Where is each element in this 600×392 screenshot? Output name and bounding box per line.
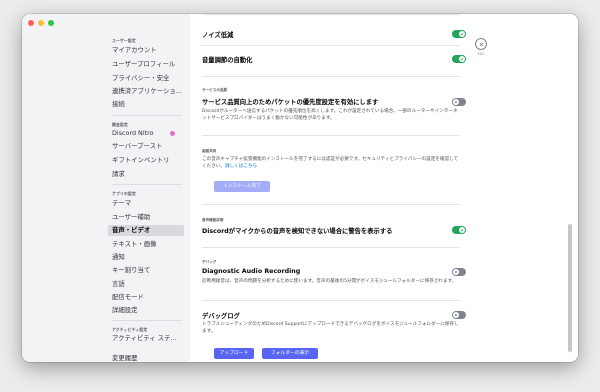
diagnostic-recording-title: Diagnostic Audio Recording xyxy=(202,268,301,275)
check-icon xyxy=(459,56,465,62)
sidebar-item-accessibility[interactable]: ユーザー補助 xyxy=(108,212,184,223)
sidebar-item-billing[interactable]: 請求 xyxy=(108,169,184,180)
close-icon xyxy=(453,269,459,275)
section-divider xyxy=(202,45,460,46)
sidebar-item-nitro[interactable]: Discord Nitro xyxy=(108,128,184,139)
sidebar-item-gift-inventory[interactable]: ギフトインベントリ xyxy=(108,155,184,166)
close-icon[interactable] xyxy=(475,38,487,50)
check-icon xyxy=(459,31,465,37)
nitro-icon xyxy=(170,131,175,136)
mic-warning-toggle[interactable] xyxy=(452,226,466,234)
auto-gain-label: 音量調節の自動化 xyxy=(202,57,253,64)
sidebar-divider xyxy=(112,320,182,321)
sidebar-item-keybinds[interactable]: キー割り当て xyxy=(108,265,184,276)
content-scrollbar[interactable] xyxy=(568,224,572,352)
show-folder-button[interactable]: フォルダーの表示 xyxy=(262,348,318,359)
window-maximize-button[interactable] xyxy=(48,20,54,26)
sidebar-header-app-settings: アプリの設定 xyxy=(112,191,136,196)
debug-header: デバッグ xyxy=(202,260,217,264)
sidebar-item-notifications[interactable]: 通知 xyxy=(108,252,184,263)
debug-log-description: トラブルシューティングのためDiscord Supportにアップロードできるデ… xyxy=(202,322,459,334)
settings-sidebar: ユーザー設定 マイアカウント ユーザープロフィール プライバシー・安全 連携済ア… xyxy=(22,14,190,362)
sidebar-header-user-settings: ユーザー設定 xyxy=(112,38,136,43)
sidebar-item-authorized-apps[interactable]: 連携済アプリケーショ... xyxy=(108,86,184,97)
section-divider xyxy=(202,247,460,248)
close-settings[interactable]: ESC xyxy=(474,38,488,56)
debug-log-title: デバッグログ xyxy=(202,313,240,320)
screen-share-description: この音声キャプチャ拡張機能のインストールを完了するには認証が必要です。セキュリテ… xyxy=(202,156,460,170)
voice-diagnostics-header: 音声機能診断 xyxy=(202,218,224,222)
qos-title: サービス品質向上のためパケットの優先度設定を有効にします xyxy=(202,99,379,106)
sidebar-item-changelog[interactable]: 変更履歴 xyxy=(108,353,184,362)
check-icon xyxy=(459,227,465,233)
sidebar-item-privacy-safety[interactable]: プライバシー・安全 xyxy=(108,73,184,84)
section-divider xyxy=(202,135,460,136)
qos-header: サービスの品質 xyxy=(202,88,228,92)
settings-content: ノイズ低減 音量調節の自動化 サービスの品質 サービス品質向上のためパケットの優… xyxy=(190,14,578,362)
section-divider xyxy=(202,204,460,205)
section-divider xyxy=(202,300,460,301)
auto-gain-toggle[interactable] xyxy=(452,55,466,63)
window-minimize-button[interactable] xyxy=(38,20,44,26)
window-controls xyxy=(28,20,54,26)
sidebar-divider xyxy=(112,184,182,185)
sidebar-item-label: Discord Nitro xyxy=(112,129,154,137)
noise-reduction-label: ノイズ低減 xyxy=(202,32,234,39)
screen-share-header: 画面共有 xyxy=(202,149,217,153)
sidebar-item-text-images[interactable]: テキスト・画像 xyxy=(108,239,184,250)
debug-log-toggle[interactable] xyxy=(452,311,466,319)
learn-more-link[interactable]: 詳しくはこちら xyxy=(225,164,257,169)
esc-label: ESC xyxy=(477,52,485,56)
sidebar-item-advanced[interactable]: 詳細設定 xyxy=(108,305,184,316)
sidebar-item-voice-video[interactable]: 音声・ビデオ xyxy=(108,225,184,236)
mic-warning-title: Discordがマイクからの音声を検知できない場合に警告を表示する xyxy=(202,228,393,235)
sidebar-item-user-profile[interactable]: ユーザープロフィール xyxy=(108,59,184,70)
qos-toggle[interactable] xyxy=(452,98,466,106)
close-icon xyxy=(453,312,459,318)
settings-window: ユーザー設定 マイアカウント ユーザープロフィール プライバシー・安全 連携済ア… xyxy=(22,14,578,362)
sidebar-divider xyxy=(112,115,182,116)
noise-reduction-toggle[interactable] xyxy=(452,30,466,38)
sidebar-item-appearance[interactable]: テーマ xyxy=(108,198,184,209)
upload-button[interactable]: アップロード xyxy=(214,348,254,359)
window-close-button[interactable] xyxy=(28,20,34,26)
sidebar-item-server-boost[interactable]: サーバーブースト xyxy=(108,141,184,152)
close-icon xyxy=(453,99,459,105)
diagnostic-recording-description: 診断用録音は、音声の問題を分析するために使います。音声の最後の5分間がボイスモジ… xyxy=(202,279,457,284)
sidebar-item-my-account[interactable]: マイアカウント xyxy=(108,45,184,56)
qos-description: Discordがルーターへ送信するパケットの優先順位を高くします。これが設定され… xyxy=(202,109,458,121)
sidebar-item-streamer-mode[interactable]: 配信モード xyxy=(108,292,184,303)
sidebar-item-activity-status[interactable]: アクティビティ ステ... xyxy=(108,333,184,344)
sidebar-item-connections[interactable]: 接続 xyxy=(108,99,184,110)
section-divider xyxy=(202,14,460,15)
diagnostic-recording-toggle[interactable] xyxy=(452,268,466,276)
section-divider xyxy=(202,76,460,77)
install-complete-button[interactable]: インストール完了 xyxy=(214,181,270,192)
sidebar-item-language[interactable]: 言語 xyxy=(108,279,184,290)
